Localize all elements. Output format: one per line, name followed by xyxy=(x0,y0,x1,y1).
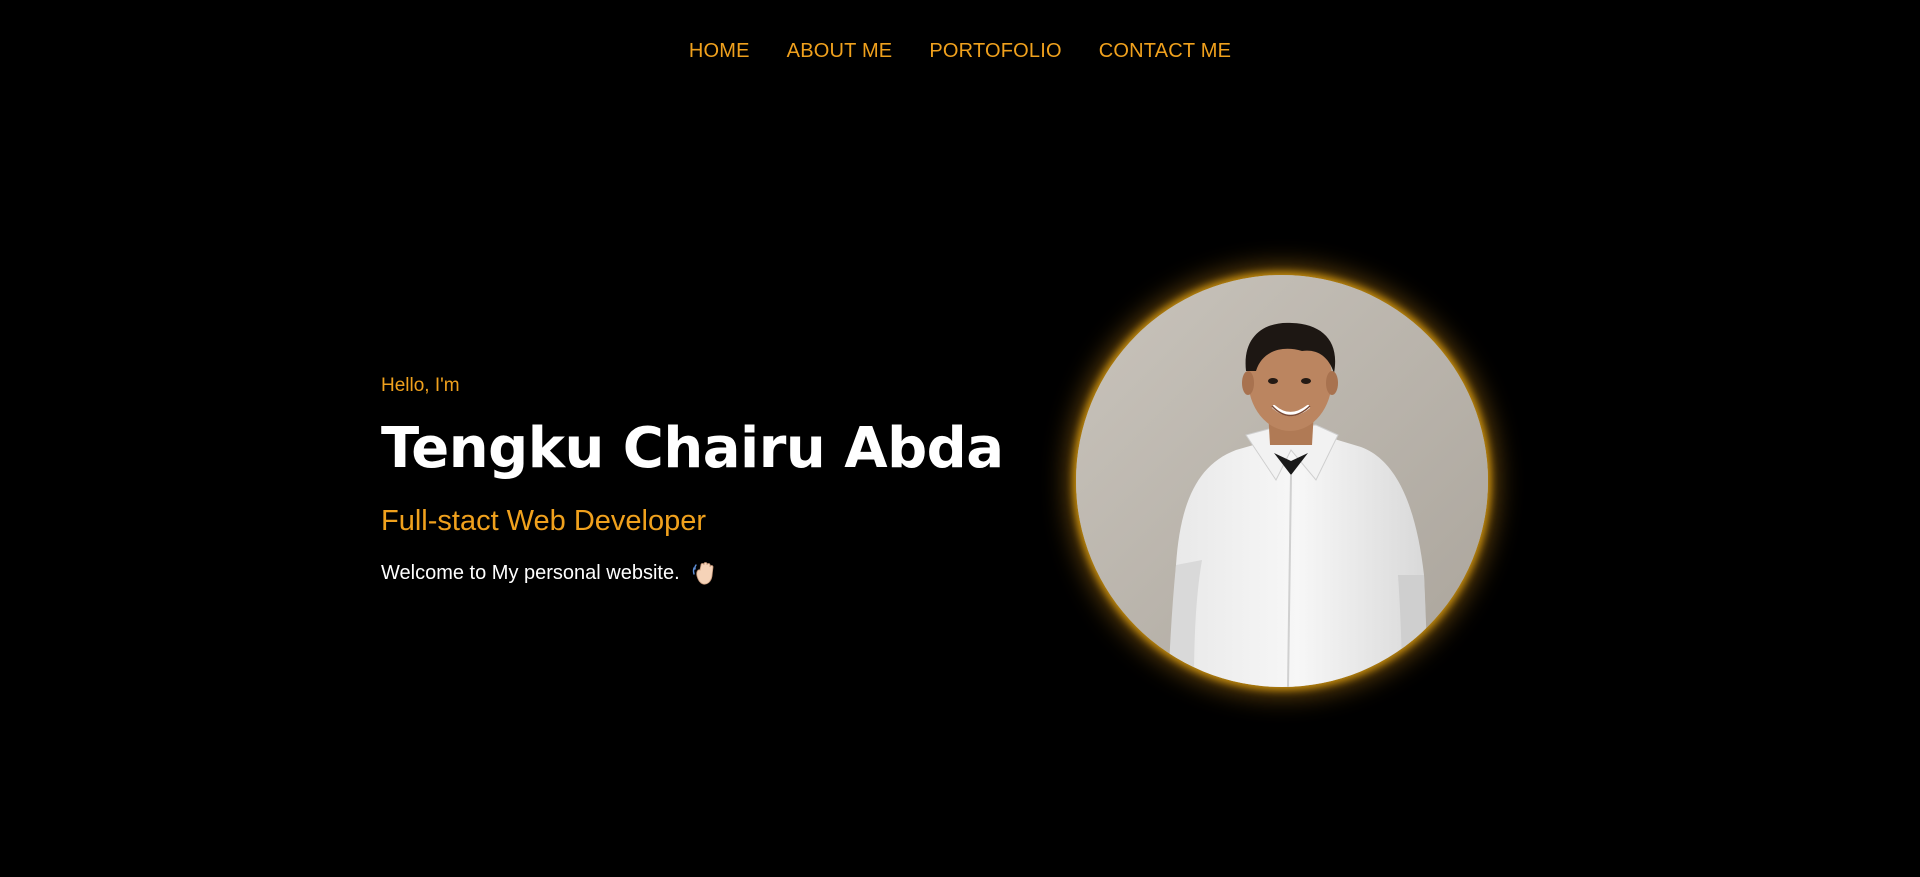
nav-contact-link[interactable]: CONTACT ME xyxy=(1099,41,1231,61)
nav-home-link[interactable]: HOME xyxy=(689,41,750,61)
hero-name: Tengku Chairu Abda xyxy=(381,416,1004,481)
hero-welcome: Welcome to My personal website. xyxy=(381,558,1021,588)
hero-greeting: Hello, I'm xyxy=(381,375,460,396)
nav-portfolio-link[interactable]: PORTOFOLIO xyxy=(929,41,1061,61)
hero-intro: Hello, I'm Tengku Chairu Abda Full-stact… xyxy=(381,372,1021,588)
hero-role: Full-stact Web Developer xyxy=(381,505,707,537)
waving-hand-icon xyxy=(690,559,718,587)
hero-welcome-text: Welcome to My personal website. xyxy=(381,562,680,584)
main-nav: HOME ABOUT ME PORTOFOLIO CONTACT ME xyxy=(0,0,1920,102)
nav-about-link[interactable]: ABOUT ME xyxy=(787,41,893,61)
profile-photo xyxy=(1076,275,1488,687)
